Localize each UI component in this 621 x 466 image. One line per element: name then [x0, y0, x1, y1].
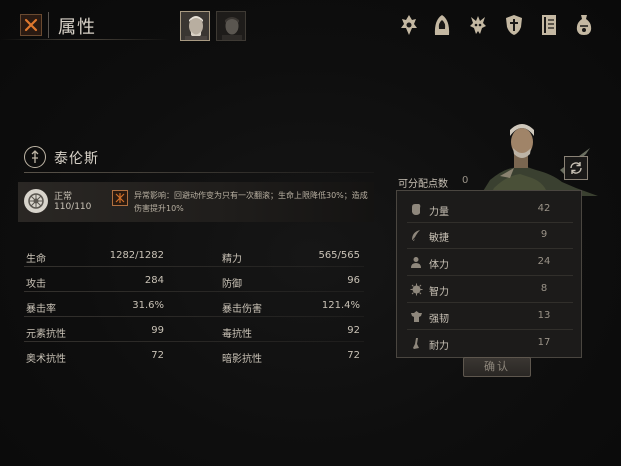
attribute-divider [407, 222, 573, 223]
attribute-divider [407, 329, 573, 330]
attribute-panel: 力量 42 敏捷 9 体力 24 智力 8 强韧 13 耐力 17 [396, 190, 582, 358]
brain-icon [409, 282, 423, 296]
attribute-label: 力量 [429, 207, 449, 218]
stat-label: 防御 [222, 279, 242, 290]
rotate-model-button[interactable] [564, 156, 588, 180]
stat-label: 暴击率 [26, 304, 56, 315]
attribute-value: 24 [537, 256, 551, 267]
young-man-face-icon [217, 12, 245, 40]
stat-arcane-resist: 奥术抗性 72 [26, 350, 164, 370]
stat-label: 攻击 [26, 279, 46, 290]
stat-label: 毒抗性 [222, 329, 252, 340]
stat-label: 生命 [26, 254, 46, 265]
stat-divider [24, 266, 364, 267]
attribute-divider [407, 302, 573, 303]
available-points-value: 0 [462, 175, 469, 186]
stat-crit-damage: 暴击伤害 121.4% [222, 300, 360, 320]
attribute-value: 17 [537, 337, 551, 348]
stat-label: 暴击伤害 [222, 304, 262, 315]
stat-divider [24, 291, 364, 292]
shield-crest-icon[interactable] [503, 12, 525, 38]
stat-elemental-resist: 元素抗性 99 [26, 325, 164, 345]
attribute-label: 敏捷 [429, 233, 449, 244]
attribute-vitality[interactable]: 体力 24 [407, 252, 573, 274]
character-name: 泰伦斯 [54, 151, 99, 167]
stat-value: 72 [347, 350, 360, 361]
stat-value: 96 [347, 275, 360, 286]
attribute-toughness[interactable]: 强韧 13 [407, 306, 573, 328]
feather-icon [409, 228, 423, 242]
stat-attack: 攻击 284 [26, 275, 164, 295]
attribute-endurance[interactable]: 耐力 17 [407, 333, 573, 355]
flame-emblem-icon[interactable] [398, 12, 420, 38]
abnormal-effect-text: 异常影响：回避动作变为只有一次翻滚；生命上限降低30%；造成伤害提升10% [134, 191, 368, 213]
attribute-intelligence[interactable]: 智力 8 [407, 279, 573, 301]
portrait-old-man[interactable] [180, 11, 210, 41]
name-divider [24, 172, 374, 173]
hooded-figure-icon[interactable] [431, 12, 453, 38]
stat-label: 暗影抗性 [222, 354, 262, 365]
book-icon[interactable] [538, 12, 560, 38]
leg-icon [409, 336, 423, 350]
title-underline [0, 39, 170, 40]
attribute-agility[interactable]: 敏捷 9 [407, 225, 573, 247]
stat-value: 31.6% [132, 300, 164, 311]
spiky-mask-icon[interactable] [467, 12, 489, 38]
close-button[interactable] [20, 14, 42, 36]
stat-stamina: 精力 565/565 [222, 250, 360, 270]
status-condition: 正常 [54, 192, 73, 202]
stat-label: 元素抗性 [26, 329, 66, 340]
available-points-label: 可分配点数 [398, 179, 448, 190]
attribute-divider [407, 275, 573, 276]
fist-icon [409, 202, 423, 216]
attribute-label: 智力 [429, 287, 449, 298]
attribute-label: 耐力 [429, 341, 449, 352]
stat-value: 92 [347, 325, 360, 336]
attribute-divider [407, 248, 573, 249]
stat-label: 奥术抗性 [26, 354, 66, 365]
stat-value: 121.4% [321, 300, 360, 311]
stat-value: 284 [144, 275, 164, 286]
abnormal-effect-icon[interactable] [112, 190, 128, 206]
stat-crit-rate: 暴击率 31.6% [26, 300, 164, 320]
stat-shadow-resist: 暗影抗性 72 [222, 350, 360, 370]
attribute-label: 体力 [429, 260, 449, 271]
potion-bag-icon[interactable] [573, 12, 595, 38]
attribute-label: 强韧 [429, 314, 449, 325]
stat-label: 精力 [222, 254, 242, 265]
portrait-young-man[interactable] [216, 11, 246, 41]
attribute-value: 8 [540, 283, 548, 294]
body-icon [409, 255, 423, 269]
stat-value: 1282/1282 [109, 250, 164, 261]
stat-value: 72 [151, 350, 164, 361]
title-divider [48, 12, 49, 38]
character-emblem-icon [24, 146, 46, 168]
rotate-icon [570, 162, 582, 174]
status-panel: 正常 110/110 异常影响：回避动作变为只有一次翻滚；生命上限降低30%；造… [18, 182, 374, 222]
stat-value: 99 [151, 325, 164, 336]
confirm-button[interactable]: 确认 [463, 357, 531, 377]
attribute-value: 13 [537, 310, 551, 321]
status-normal-icon [24, 189, 48, 213]
stat-defense: 防御 96 [222, 275, 360, 295]
status-hp: 110/110 [54, 202, 92, 212]
attribute-value: 9 [540, 229, 548, 240]
stat-divider [24, 341, 364, 342]
armor-icon [409, 309, 423, 323]
stat-poison-resist: 毒抗性 92 [222, 325, 360, 345]
close-x-icon [24, 18, 38, 32]
stat-hp: 生命 1282/1282 [26, 250, 164, 270]
stat-divider [24, 316, 364, 317]
stat-value: 565/565 [318, 250, 360, 261]
attribute-value: 42 [537, 203, 551, 214]
top-bar: 属性 [0, 0, 621, 46]
page-title: 属性 [58, 17, 96, 38]
old-man-face-icon [181, 12, 209, 40]
attribute-strength[interactable]: 力量 42 [407, 199, 573, 221]
